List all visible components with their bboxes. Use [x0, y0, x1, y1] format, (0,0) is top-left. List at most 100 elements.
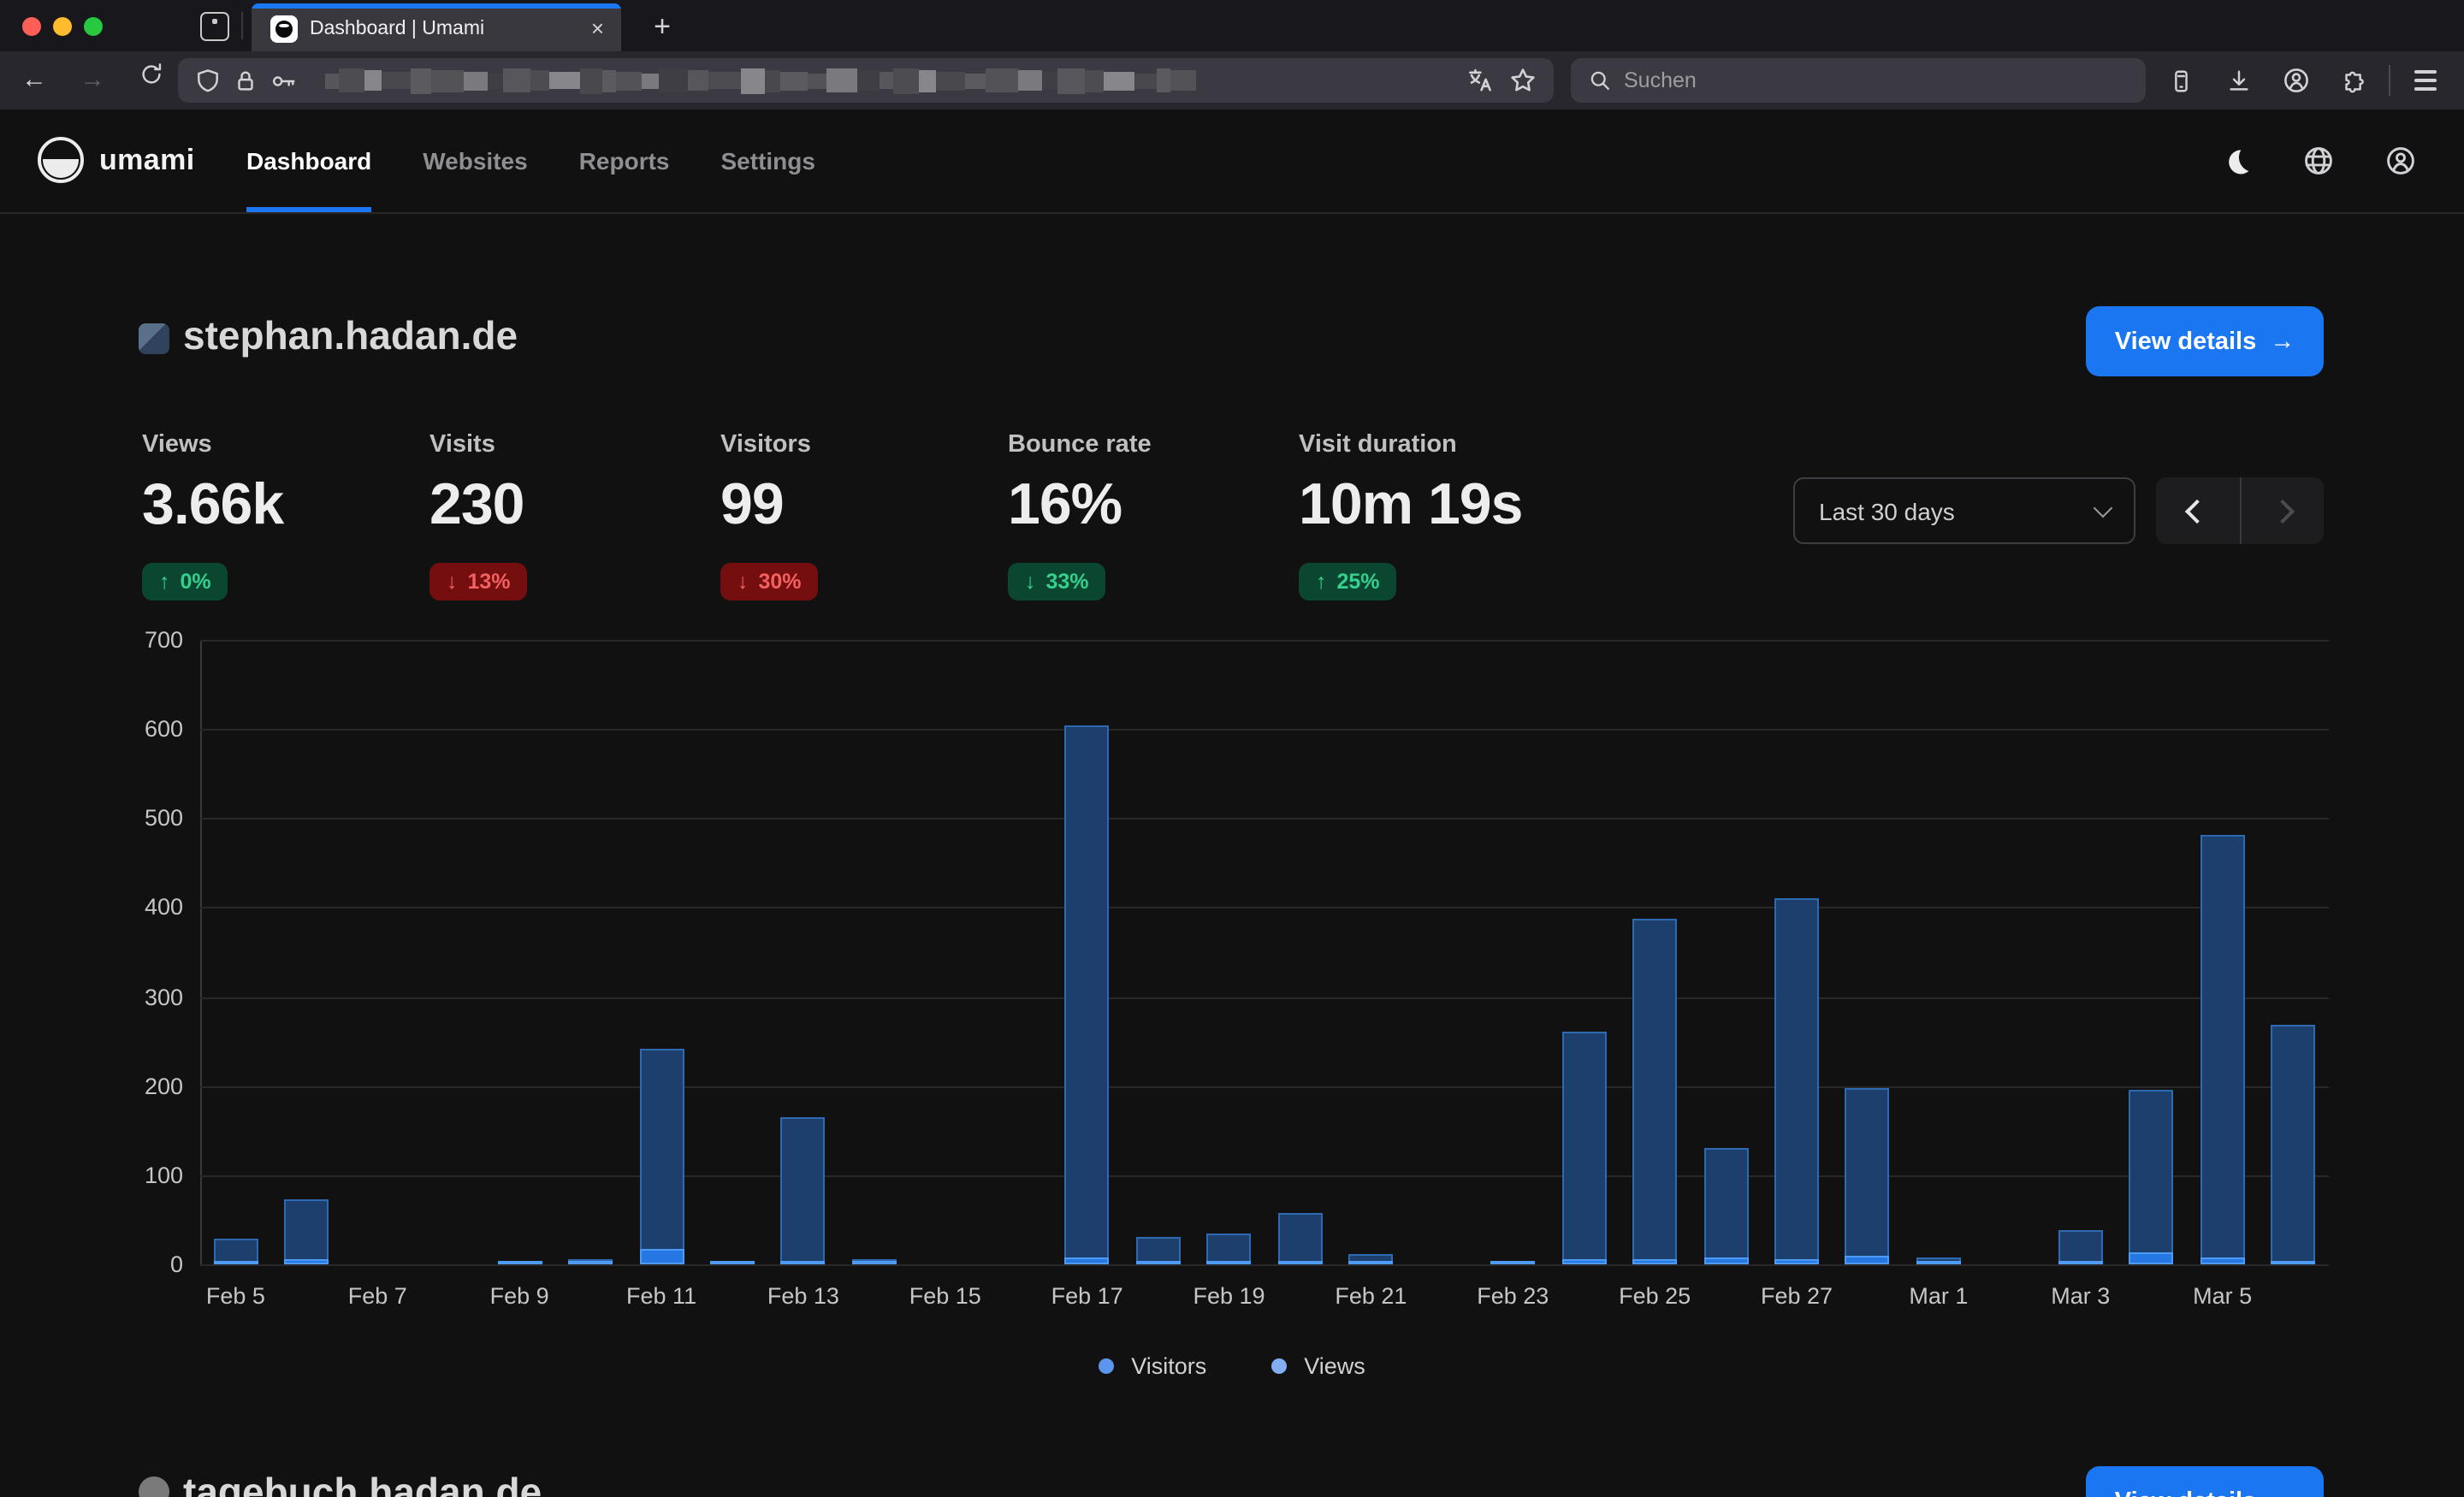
profile-icon[interactable] [2385, 145, 2416, 176]
gridline [200, 908, 2329, 909]
visitors-bar-feb-9[interactable] [497, 1261, 542, 1264]
sidebar-button[interactable] [2151, 51, 2209, 109]
visitors-bar-feb-24[interactable] [1561, 1259, 1606, 1264]
macos-minimize-button[interactable] [53, 17, 72, 36]
stat-label: Visit duration [1299, 431, 1581, 459]
search-bar[interactable]: Suchen [1571, 58, 2146, 103]
legend-item-views[interactable]: Views [1271, 1353, 1365, 1379]
y-axis-line [200, 640, 202, 1264]
visitors-bar-feb-6[interactable] [284, 1260, 329, 1264]
nav-item-websites[interactable]: Websites [423, 109, 527, 212]
view-details-button[interactable]: View details → [2086, 306, 2324, 376]
visitors-bar-feb-10[interactable] [568, 1261, 613, 1264]
visitors-bar-feb-14[interactable] [852, 1261, 897, 1264]
browser-tab-active[interactable]: Dashboard | Umami × [252, 3, 621, 51]
views-bar-feb-28[interactable] [1845, 1088, 1890, 1264]
visitors-bar-feb-12[interactable] [710, 1261, 755, 1264]
views-bar-mar-3[interactable] [2058, 1230, 2103, 1264]
up-arrow-icon: ↑ [159, 570, 170, 594]
views-bar-mar-5[interactable] [2200, 834, 2245, 1264]
back-button[interactable]: ← [17, 51, 51, 109]
views-bar-mar-4[interactable] [2129, 1091, 2174, 1264]
views-bar-feb-19[interactable] [1207, 1234, 1252, 1265]
stat-change-badge: ↓30% [720, 563, 819, 601]
up-arrow-icon: ↑ [1316, 570, 1327, 594]
reload-button[interactable] [133, 51, 168, 109]
stat-bounce-rate: Bounce rate16%↓33% [1008, 431, 1290, 601]
bookmark-star-icon[interactable] [1509, 67, 1537, 94]
visitors-bar-mar-1[interactable] [1916, 1261, 1961, 1264]
x-tick-label: Feb 7 [348, 1283, 407, 1309]
visitors-bar-mar-3[interactable] [2058, 1261, 2103, 1264]
visitors-bar-feb-11[interactable] [639, 1248, 684, 1264]
visitors-bar-feb-28[interactable] [1845, 1256, 1890, 1264]
nav-item-settings[interactable]: Settings [721, 109, 815, 212]
x-tick-label: Feb 11 [626, 1283, 696, 1309]
language-globe-icon[interactable] [2303, 145, 2334, 176]
views-bar-feb-24[interactable] [1561, 1033, 1606, 1264]
visitors-bar-feb-23[interactable] [1490, 1261, 1535, 1264]
tab-close-icon[interactable]: × [591, 3, 604, 51]
visitors-bar-mar-5[interactable] [2200, 1257, 2245, 1264]
next-view-details-button[interactable]: View details → [2086, 1466, 2324, 1497]
visitors-bar-feb-19[interactable] [1207, 1261, 1252, 1264]
visitors-bar-feb-13[interactable] [781, 1261, 826, 1264]
views-bar-feb-11[interactable] [639, 1049, 684, 1264]
stat-value: 3.66k [142, 472, 424, 539]
date-range-dropdown[interactable]: Last 30 days [1793, 477, 2135, 544]
nav-item-reports[interactable]: Reports [579, 109, 670, 212]
nav-item-dashboard[interactable]: Dashboard [246, 109, 371, 212]
firefox-view-icon[interactable] [200, 12, 229, 41]
stat-label: Visitors [720, 431, 1003, 459]
theme-moon-icon[interactable] [2223, 146, 2252, 175]
arrow-right-icon: → [2270, 1488, 2295, 1497]
views-bar-mar-6[interactable] [2272, 1026, 2316, 1264]
visitors-dot-icon [1099, 1358, 1114, 1374]
visitors-bar-feb-27[interactable] [1774, 1259, 1819, 1264]
url-bar[interactable] [178, 58, 1554, 103]
macos-zoom-button[interactable] [84, 17, 103, 36]
views-bar-feb-6[interactable] [284, 1200, 329, 1264]
new-tab-button[interactable]: + [642, 0, 683, 51]
views-bar-feb-13[interactable] [781, 1117, 826, 1264]
lock-icon[interactable] [233, 68, 258, 93]
extensions-button[interactable] [2325, 51, 2384, 109]
visitors-bar-feb-5[interactable] [213, 1261, 258, 1264]
visitors-bar-mar-6[interactable] [2272, 1261, 2316, 1264]
stat-visitors: Visitors99↓30% [720, 431, 1003, 601]
visitors-bar-mar-4[interactable] [2129, 1251, 2174, 1264]
views-bar-feb-26[interactable] [1703, 1148, 1748, 1264]
downloads-button[interactable] [2209, 51, 2267, 109]
visitors-bar-feb-21[interactable] [1348, 1261, 1393, 1264]
gridline [200, 1086, 2329, 1087]
sidebar-icon [2167, 68, 2193, 93]
shield-icon[interactable] [195, 68, 221, 93]
prev-period-button[interactable] [2156, 477, 2239, 544]
x-tick-label: Mar 1 [1909, 1283, 1968, 1309]
views-bar-feb-20[interactable] [1277, 1214, 1322, 1264]
visitors-views-chart[interactable]: 0100200300400500600700 [200, 640, 2329, 1264]
toolbar-divider [2389, 65, 2390, 96]
visitors-bar-feb-26[interactable] [1703, 1257, 1748, 1264]
x-tick-label: Feb 23 [1477, 1283, 1549, 1309]
visitors-bar-feb-20[interactable] [1277, 1261, 1322, 1264]
legend-item-visitors[interactable]: Visitors [1099, 1353, 1206, 1379]
visitors-bar-feb-25[interactable] [1632, 1259, 1677, 1264]
x-tick-label: Feb 27 [1761, 1283, 1833, 1309]
next-site-favicon [139, 1476, 169, 1497]
views-bar-feb-27[interactable] [1774, 898, 1819, 1264]
account-button[interactable] [2267, 51, 2325, 109]
down-arrow-icon: ↓ [447, 570, 458, 594]
menu-button[interactable] [2396, 51, 2454, 109]
gridline [200, 729, 2329, 731]
views-bar-feb-17[interactable] [1065, 725, 1110, 1264]
visitors-bar-feb-17[interactable] [1065, 1257, 1110, 1264]
key-icon[interactable] [270, 68, 298, 93]
visitors-bar-feb-18[interactable] [1136, 1261, 1181, 1264]
macos-close-button[interactable] [22, 17, 41, 36]
legend-views-label: Views [1304, 1353, 1365, 1379]
translate-icon[interactable] [1466, 67, 1494, 94]
brand-name[interactable]: umami [99, 109, 195, 212]
views-bar-feb-25[interactable] [1632, 918, 1677, 1264]
umami-logo-icon[interactable] [38, 137, 84, 183]
